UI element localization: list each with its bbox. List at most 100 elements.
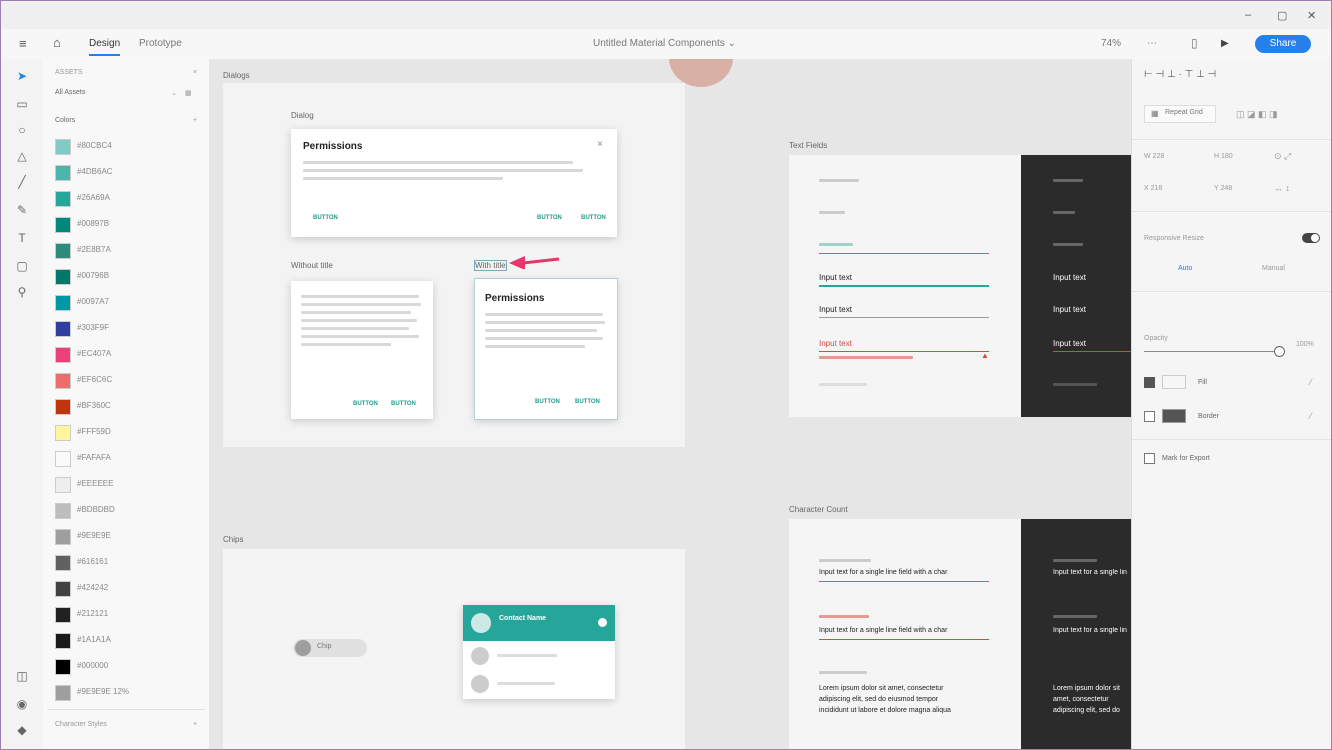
color-swatch-row[interactable]: #9E9E9E <box>55 529 205 545</box>
slider-handle[interactable] <box>1274 346 1285 357</box>
border-swatch[interactable] <box>1162 409 1186 423</box>
artboard-label-chips[interactable]: Chips <box>223 535 243 544</box>
text-tool-icon[interactable]: T <box>15 231 29 245</box>
list-header[interactable]: Contact Name <box>463 605 615 641</box>
assets-icon[interactable]: ◉ <box>15 697 29 711</box>
tab-manual[interactable]: Manual <box>1262 265 1285 272</box>
dialog-button[interactable]: BUTTON <box>391 401 416 407</box>
fill-swatch[interactable] <box>1162 375 1186 389</box>
share-button[interactable]: Share <box>1255 35 1311 53</box>
artboard-tool-icon[interactable]: ▢ <box>15 259 29 273</box>
chip[interactable]: Chip <box>293 639 367 657</box>
text-field-value[interactable]: Input text for a single line field with … <box>819 569 947 576</box>
colors-section-header[interactable]: Colors <box>55 117 75 124</box>
color-swatch-row[interactable]: #EEEEEE <box>55 477 205 493</box>
zoom-level[interactable]: 74% <box>1101 38 1121 49</box>
dialog-button[interactable]: BUTTON <box>537 215 562 221</box>
artboard-dialogs[interactable]: Dialog Permissions × BUTTON BUTTON BUTTO… <box>223 83 685 447</box>
chevron-down-icon[interactable]: ⌄ <box>171 89 177 97</box>
border-checkbox[interactable] <box>1144 411 1155 422</box>
artboard-label-character-count[interactable]: Character Count <box>789 505 848 514</box>
color-swatch-row[interactable]: #FAFAFA <box>55 451 205 467</box>
color-swatch-row[interactable]: #212121 <box>55 607 205 623</box>
pen-tool-icon[interactable]: ✎ <box>15 203 29 217</box>
color-swatch-row[interactable]: #0097A7 <box>55 295 205 311</box>
ellipse-tool-icon[interactable]: ○ <box>15 123 29 137</box>
artboard-text-fields-light[interactable]: Input text Input text Input text ▲ <box>789 155 1021 417</box>
responsive-toggle[interactable] <box>1302 233 1320 243</box>
color-swatch-row[interactable]: #4DB6AC <box>55 165 205 181</box>
plugins-icon[interactable]: ◆ <box>15 723 29 737</box>
maximize-button[interactable]: ▢ <box>1277 9 1287 22</box>
artboard-character-count-dark[interactable]: Input text for a single line field with … <box>1021 519 1131 749</box>
color-swatch-row[interactable]: #EF6C6C <box>55 373 205 389</box>
assets-filter[interactable]: All Assets <box>55 89 85 96</box>
close-button[interactable]: ✕ <box>1307 9 1316 22</box>
fill-checkbox[interactable] <box>1144 377 1155 388</box>
color-swatch-row[interactable]: #BDBDBD <box>55 503 205 519</box>
close-panel-icon[interactable]: × <box>193 69 197 76</box>
close-icon[interactable]: × <box>597 139 603 150</box>
eyedropper-icon[interactable]: ⁄ <box>1310 377 1312 387</box>
export-checkbox[interactable] <box>1144 453 1155 464</box>
color-swatch-row[interactable]: #80CBC4 <box>55 139 205 155</box>
color-swatch-row[interactable]: #EC407A <box>55 347 205 363</box>
dialog-button[interactable]: BUTTON <box>581 215 606 221</box>
artboard-label-dialogs[interactable]: Dialogs <box>223 71 250 80</box>
text-field-value[interactable]: Input text for a single line field with … <box>819 627 947 634</box>
color-swatch-row[interactable]: #1A1A1A <box>55 633 205 649</box>
color-swatch-row[interactable]: #26A69A <box>55 191 205 207</box>
artboard-text-fields-dark[interactable]: Input text Input text Input text <box>1021 155 1131 417</box>
dialog-card-selected[interactable]: Permissions BUTTON BUTTON <box>474 278 618 420</box>
align-toolbar-icons[interactable]: ⊢ ⊣ ⊥ · ⊤ ⊥ ⊣ <box>1144 69 1216 80</box>
select-tool-icon[interactable]: ➤ <box>15 69 29 83</box>
text-field-value-error[interactable]: Input text <box>819 339 852 348</box>
color-swatch-row[interactable]: #FFF59D <box>55 425 205 441</box>
color-swatch-row[interactable]: #303F9F <box>55 321 205 337</box>
list-card[interactable]: Contact Name <box>463 605 615 699</box>
text-field-value[interactable]: Input text <box>819 273 852 282</box>
polygon-tool-icon[interactable]: △ <box>15 149 29 163</box>
boolean-ops-icons[interactable]: ◫ ◪ ◧ ◨ <box>1236 109 1278 120</box>
hamburger-menu-icon[interactable]: ≡ <box>19 36 27 51</box>
color-swatch-row[interactable]: #9E9E9E 12% <box>55 685 205 701</box>
line-tool-icon[interactable]: ╱ <box>15 175 29 189</box>
color-swatch-row[interactable]: #2E8B7A <box>55 243 205 259</box>
height-field[interactable]: H 180 <box>1214 153 1233 160</box>
tab-design[interactable]: Design <box>89 38 121 56</box>
x-field[interactable]: X 218 <box>1144 185 1162 192</box>
text-field-value[interactable]: Input text <box>819 305 852 314</box>
minimize-button[interactable]: – <box>1245 9 1251 21</box>
device-preview-icon[interactable]: ▯ <box>1191 36 1198 50</box>
textarea-value[interactable]: Lorem ipsum dolor sit amet, consectetur … <box>819 683 969 716</box>
color-swatch-row[interactable]: #424242 <box>55 581 205 597</box>
repeat-grid-button[interactable]: ▦ Repeat Grid <box>1144 105 1216 123</box>
tab-auto[interactable]: Auto <box>1178 265 1192 272</box>
dialog-button[interactable]: BUTTON <box>353 401 378 407</box>
eyedropper-icon[interactable]: ⁄ <box>1310 411 1312 421</box>
width-field[interactable]: W 228 <box>1144 153 1164 160</box>
play-icon[interactable]: ▶ <box>1221 38 1229 49</box>
artboard-label-text-fields[interactable]: Text Fields <box>789 141 827 150</box>
color-swatch-row[interactable]: #00796B <box>55 269 205 285</box>
dialog-button[interactable]: BUTTON <box>535 399 560 405</box>
grid-view-icon[interactable]: ▦ <box>185 89 192 97</box>
rectangle-tool-icon[interactable]: ▭ <box>15 97 29 111</box>
opacity-slider[interactable] <box>1144 351 1282 352</box>
color-swatch-row[interactable]: #BF360C <box>55 399 205 415</box>
color-swatch-row[interactable]: #00897B <box>55 217 205 233</box>
flip-icon[interactable]: ↔ ↕ <box>1274 183 1290 193</box>
color-swatch-row[interactable]: #000000 <box>55 659 205 675</box>
document-title[interactable]: Untitled Material Components ⌄ <box>593 38 736 49</box>
dialog-card[interactable]: BUTTON BUTTON <box>291 281 433 419</box>
home-icon[interactable]: ⌂ <box>53 35 61 50</box>
lock-aspect-icon[interactable]: ⊙ ⤢ <box>1274 151 1291 162</box>
artboard-character-count-light[interactable]: Input text for a single line field with … <box>789 519 1021 749</box>
dialog-card[interactable]: Permissions × BUTTON BUTTON BUTTON <box>291 129 617 237</box>
y-field[interactable]: Y 248 <box>1214 185 1232 192</box>
zoom-tool-icon[interactable]: ⚲ <box>15 285 29 299</box>
dialog-button[interactable]: BUTTON <box>313 215 338 221</box>
design-canvas[interactable]: Dialogs Dialog Permissions × BUTTON BUTT… <box>209 59 1131 749</box>
opacity-value[interactable]: 100% <box>1296 341 1314 348</box>
add-color-icon[interactable]: + <box>193 117 197 124</box>
